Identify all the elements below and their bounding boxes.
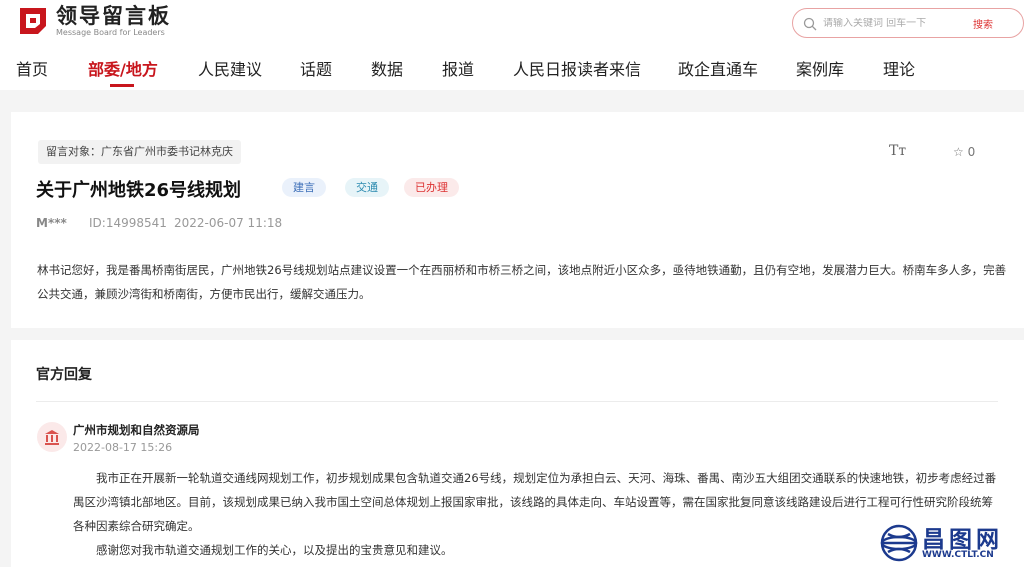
government-building-icon: [37, 422, 67, 452]
nav-item-reader-letters[interactable]: 人民日报读者来信: [513, 56, 641, 80]
tag-transport: 交通: [345, 178, 389, 197]
search-icon: [803, 16, 817, 31]
watermark-url: WWW.CTLT.CN: [922, 550, 994, 560]
message-content: 林书记您好，我是番禺桥南街居民，广州地铁26号线规划站点建议设置一个在西丽桥和市…: [37, 263, 1007, 301]
nav-item-ministries-local[interactable]: 部委/地方: [88, 56, 158, 80]
reply-paragraph-1: 我市正在开展新一轮轨道交通线网规划工作，初步规划成果包含轨道交通26号线，规划定…: [73, 471, 997, 533]
tag-status-handled: 已办理: [404, 178, 459, 197]
search-button[interactable]: 搜索: [973, 16, 993, 31]
message-datetime: 2022-06-07 11:18: [174, 216, 283, 230]
nav-item-people-suggestions[interactable]: 人民建议: [198, 56, 262, 80]
watermark-globe-icon: [880, 524, 918, 562]
logo-mark-icon: [16, 4, 50, 38]
site-header: 领导留言板 Message Board for Leaders 搜索 首页 部委…: [0, 0, 1024, 90]
reply-paragraph-2: 感谢您对我市轨道交通规划工作的关心，以及提出的宝贵意见和建议。: [96, 543, 453, 557]
message-card: 留言对象：广东省广州市委书记林克庆 Tт ☆ 0 关于广州地铁26号线规划 建言…: [11, 112, 1024, 328]
star-icon: ☆: [953, 145, 964, 159]
message-target: 留言对象：广东省广州市委书记林克庆: [38, 140, 241, 164]
divider: [36, 401, 998, 402]
search-box: 搜索: [792, 8, 1024, 38]
message-author: M***: [36, 216, 67, 230]
logo-subtitle: Message Board for Leaders: [56, 28, 165, 37]
watermark-text: 昌图网: [922, 527, 1003, 553]
reply-datetime: 2022-08-17 15:26: [73, 441, 173, 454]
nav-item-topics[interactable]: 话题: [300, 56, 332, 80]
favorite-button[interactable]: ☆ 0: [953, 145, 975, 159]
message-title: 关于广州地铁26号线规划: [36, 180, 242, 201]
favorite-count: 0: [967, 145, 976, 159]
font-size-icon[interactable]: Tт: [889, 143, 906, 159]
reply-section-title: 官方回复: [36, 367, 92, 383]
main-nav: 首页 部委/地方 人民建议 话题 数据 报道 人民日报读者来信 政企直通车 案例…: [0, 50, 1024, 88]
nav-item-gov-enterprise[interactable]: 政企直通车: [678, 56, 758, 80]
reply-department: 广州市规划和自然资源局: [73, 423, 200, 437]
nav-item-reports[interactable]: 报道: [442, 56, 474, 80]
nav-item-theory[interactable]: 理论: [883, 56, 915, 80]
nav-item-data[interactable]: 数据: [371, 56, 403, 80]
search-input[interactable]: [823, 17, 963, 29]
tag-suggestion: 建言: [282, 178, 326, 197]
site-logo[interactable]: 领导留言板 Message Board for Leaders: [16, 3, 171, 39]
nav-item-case-library[interactable]: 案例库: [796, 56, 844, 80]
message-id: ID:14998541: [89, 216, 167, 230]
reply-card: 官方回复 广州市规划和自然资源局 2022-08-17 15:26 我市正在开展…: [11, 340, 1024, 567]
watermark: 昌图网 WWW.CTLT.CN: [878, 518, 1024, 567]
reply-content: 我市正在开展新一轮轨道交通线网规划工作，初步规划成果包含轨道交通26号线，规划定…: [73, 466, 1003, 562]
nav-item-home[interactable]: 首页: [16, 56, 48, 80]
logo-title: 领导留言板: [56, 4, 171, 28]
nav-active-indicator: [110, 84, 134, 87]
